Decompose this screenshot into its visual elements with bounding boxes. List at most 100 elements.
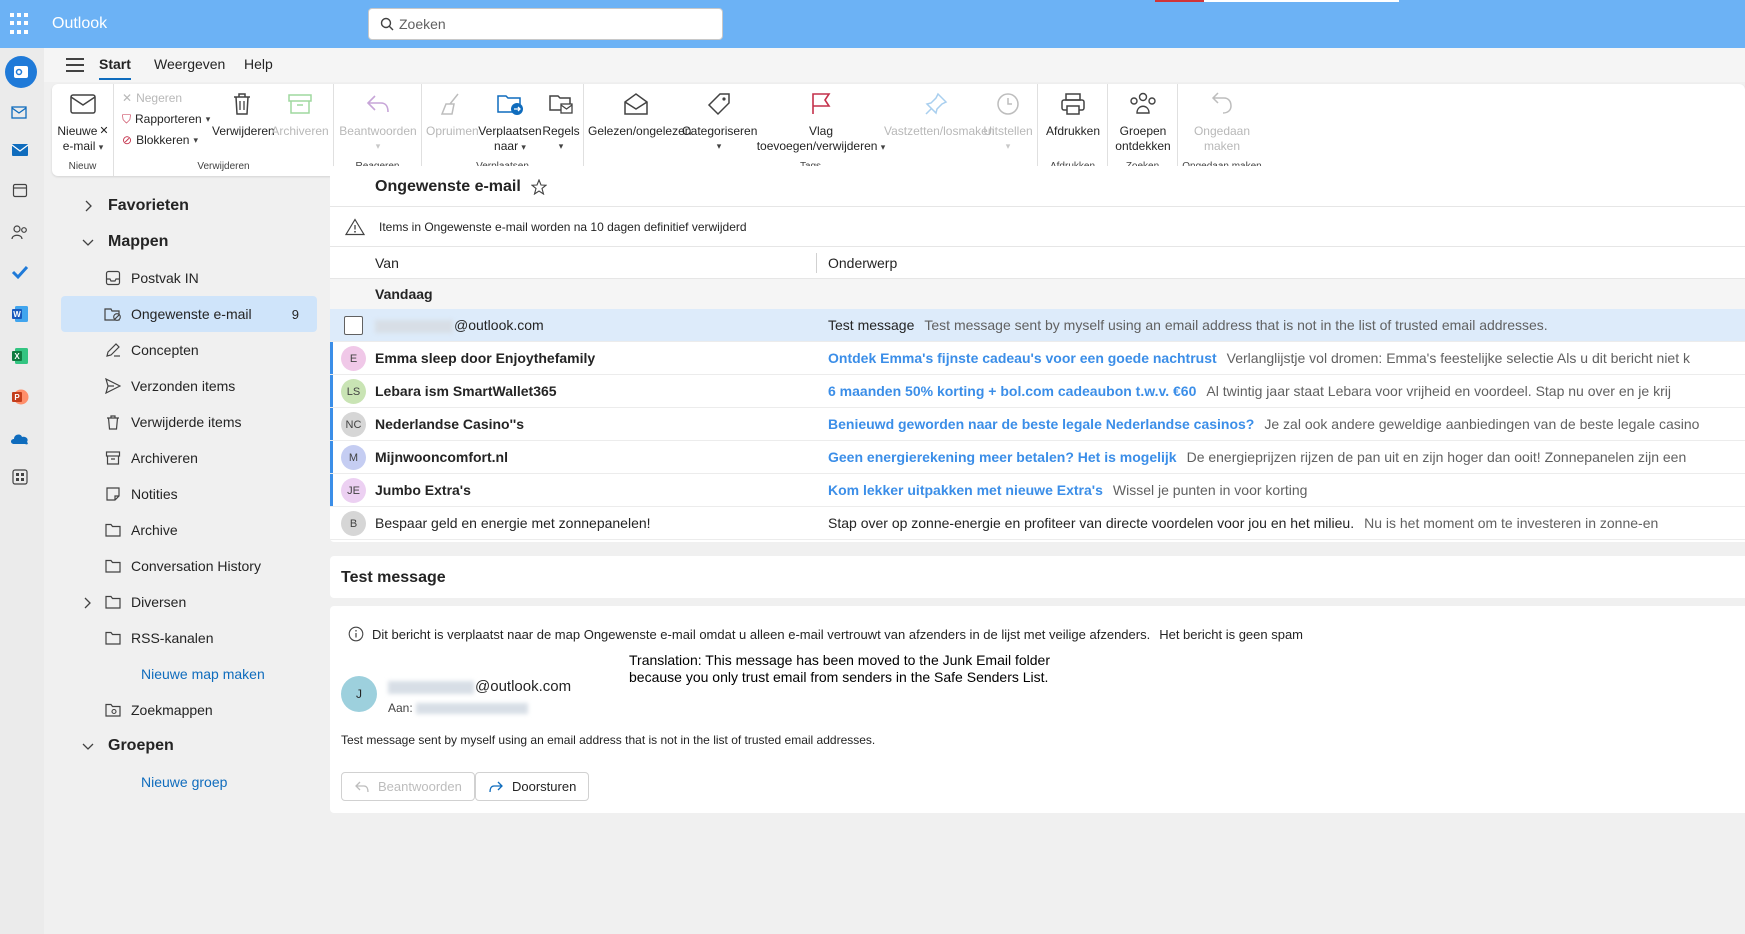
folder-conversation-history[interactable]: Conversation History [61, 548, 317, 584]
blokkeren-button[interactable]: ⊘ Blokkeren ▾ [122, 130, 198, 150]
column-van[interactable]: Van [375, 255, 399, 271]
afdrukken-button[interactable]: Afdrukken [1042, 88, 1104, 139]
mail-icon[interactable] [10, 140, 30, 160]
verwijderen-button[interactable]: Verwijderen [212, 88, 275, 139]
hamburger-menu-icon[interactable] [66, 58, 84, 72]
star-icon[interactable] [530, 179, 547, 195]
preview-text: De energieprijzen rijzen de pan uit en z… [1186, 449, 1687, 465]
folder-label: Postvak IN [131, 270, 199, 286]
new-mail-label-1: Nieuwe [57, 124, 98, 138]
preview-text: Test message sent by myself using an ema… [924, 317, 1548, 333]
word-icon[interactable]: W [10, 304, 30, 324]
negeren-button[interactable]: ✕ Negeren [122, 88, 182, 108]
search-input[interactable] [399, 10, 709, 38]
avatar: NC [341, 412, 366, 437]
nieuwe-groep-link[interactable]: Nieuwe groep [141, 764, 227, 800]
verplaatsen-naar-button[interactable]: Verplaatsen naar ▾ [478, 88, 542, 155]
archiveren-button[interactable]: Archiveren [270, 88, 330, 139]
opruimen-button[interactable]: Opruimen [426, 88, 479, 139]
forward-label: Doorsturen [512, 779, 577, 794]
row-sender: Nederlandse Casino''s [375, 416, 525, 432]
chevron-right-icon[interactable] [83, 596, 91, 612]
inbox-icon [103, 270, 123, 286]
mappen-header[interactable]: Mappen [82, 224, 168, 260]
table-row[interactable]: M Mijnwooncomfort.nl Geen energierekenin… [330, 441, 1745, 474]
table-row[interactable]: E Emma sleep door Enjoythefamily Ontdek … [330, 342, 1745, 375]
folder-icon [103, 631, 123, 645]
folder-diversen[interactable]: Diversen [61, 584, 317, 620]
verplaatsen-label-1: Verplaatsen [478, 124, 542, 138]
folder-label: Diversen [131, 594, 187, 610]
folder-rss-kanalen[interactable]: RSS-kanalen [61, 620, 317, 656]
folder-archiveren[interactable]: Archiveren [61, 440, 317, 476]
outlook-app-icon[interactable] [5, 56, 37, 88]
beantwoorden-button[interactable]: Beantwoorden ▾ [338, 88, 418, 154]
redacted-address [375, 319, 453, 333]
table-row[interactable]: NC Nederlandse Casino''s Benieuwd geword… [330, 408, 1745, 441]
opruimen-label: Opruimen [426, 124, 479, 138]
table-row[interactable]: @outlook.com Test message Test message se… [330, 309, 1745, 342]
folder-archive[interactable]: Archive [61, 512, 317, 548]
people-icon[interactable] [10, 222, 30, 242]
powerpoint-icon[interactable]: P [10, 387, 30, 407]
table-row[interactable]: JE Jumbo Extra's Kom lekker uitpakken me… [330, 474, 1745, 507]
folder-concepten[interactable]: Concepten [61, 332, 317, 368]
forward-button[interactable]: Doorsturen [475, 772, 590, 801]
mail-send-icon[interactable] [10, 102, 30, 122]
folder-icon [103, 559, 123, 573]
rapporteren-button[interactable]: ⛉ Rapporteren ▾ [122, 109, 210, 129]
junk-retention-notice: Items in Ongewenste e-mail worden na 10 … [330, 206, 1745, 247]
app-launcher-icon[interactable] [10, 13, 32, 35]
column-divider[interactable] [816, 253, 817, 273]
column-onderwerp[interactable]: Onderwerp [828, 255, 897, 271]
tab-help[interactable]: Help [244, 56, 273, 72]
todo-check-icon[interactable] [10, 262, 30, 282]
groepen-header[interactable]: Groepen [82, 728, 174, 764]
sender-address[interactable]: @outlook.com [388, 678, 571, 695]
group-label-nieuw: Nieuw [68, 161, 97, 172]
vastzetten-button[interactable]: Vastzetten/losmaken [884, 88, 995, 139]
app-title[interactable]: Outlook [52, 15, 107, 33]
translation-line-2: because you only trust email from sender… [629, 669, 1049, 685]
categoriseren-button[interactable]: Categoriseren ▾ [682, 88, 757, 154]
vlag-label-2: toevoegen/verwijderen [756, 139, 878, 153]
nieuwe-map-maken-link[interactable]: Nieuwe map maken [141, 656, 265, 692]
chevron-down-icon [82, 742, 94, 750]
more-apps-icon[interactable] [10, 467, 30, 487]
folder-verwijderde-items[interactable]: Verwijderde items [61, 404, 317, 440]
vlag-button[interactable]: Vlag toevoegen/verwijderen ▾ [754, 88, 888, 155]
junk-info-bar: Dit bericht is verplaatst naar de map On… [348, 626, 1303, 642]
groepen-ontdekken-button[interactable]: Groepen ontdekken [1112, 88, 1174, 154]
new-mail-label-2: e-mail [62, 139, 96, 153]
ongedaan-maken-button[interactable]: Ongedaan maken [1182, 88, 1262, 154]
chevron-down-icon: ▾ [521, 142, 526, 152]
folder-notities[interactable]: Notities [61, 476, 317, 512]
folder-zoekmappen[interactable]: Zoekmappen [61, 692, 317, 728]
onedrive-icon[interactable] [10, 429, 30, 449]
table-row[interactable]: B Bespaar geld en energie met zonnepanel… [330, 507, 1745, 540]
tab-weergeven[interactable]: Weergeven [154, 56, 225, 72]
search-box[interactable] [368, 8, 723, 40]
avatar[interactable]: J [341, 676, 377, 712]
pencil-icon [103, 342, 123, 358]
table-row[interactable]: LS Lebara ism SmartWallet365 6 maanden 5… [330, 375, 1745, 408]
new-mail-button[interactable]: Nieuwe ✕ e-mail ▾ [56, 88, 110, 155]
calendar-icon[interactable] [10, 180, 30, 200]
favorieten-header[interactable]: Favorieten [82, 188, 189, 224]
tab-start[interactable]: Start [99, 56, 131, 80]
regels-button[interactable]: Regels ▾ [540, 88, 582, 154]
folder-verzonden-items[interactable]: Verzonden items [61, 368, 317, 404]
excel-icon[interactable]: X [10, 346, 30, 366]
folder-ongewenste-email[interactable]: Ongewenste e-mail 9 [61, 296, 317, 332]
reply-button[interactable]: Beantwoorden [341, 772, 475, 801]
not-spam-link[interactable]: Het bericht is geen spam [1159, 627, 1303, 642]
folder-postvak-in[interactable]: Postvak IN [61, 260, 317, 296]
gelezen-ongelezen-button[interactable]: Gelezen/ongelezen [588, 88, 692, 139]
ribbon-group-tags: Gelezen/ongelezen Categoriseren ▾ Vlag t… [584, 84, 1038, 176]
select-checkbox[interactable] [344, 316, 363, 335]
rapporteren-label: Rapporteren [135, 112, 202, 126]
uitstellen-button[interactable]: Uitstellen ▾ [980, 88, 1036, 154]
gelezen-label: Gelezen/ongelezen [588, 124, 692, 138]
folder-label: Verzonden items [131, 378, 236, 394]
folder-label: Zoekmappen [131, 702, 213, 718]
